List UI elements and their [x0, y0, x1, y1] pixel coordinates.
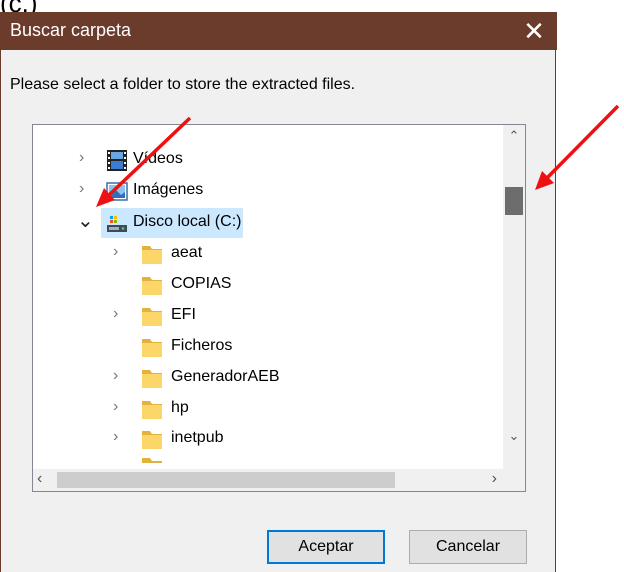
- scroll-up-icon[interactable]: ⌃: [503, 125, 525, 147]
- tree-item-folder[interactable]: › EFI: [33, 301, 493, 331]
- scroll-right-icon[interactable]: ›: [492, 470, 497, 488]
- chevron-right-icon[interactable]: ›: [113, 243, 118, 261]
- tree-item-folder[interactable]: › aeat: [33, 239, 493, 269]
- tree-item-label: EFI: [171, 306, 196, 323]
- folder-icon: [142, 370, 162, 388]
- tree-item-label: inetpub: [171, 429, 224, 446]
- folder-icon: [142, 431, 162, 449]
- title-bar: Buscar carpeta ✕: [1, 12, 557, 50]
- tree-item-label: Imágenes: [133, 181, 204, 198]
- chevron-right-icon[interactable]: ›: [79, 149, 84, 167]
- chevron-right-icon[interactable]: ›: [113, 305, 118, 323]
- vertical-scrollbar-thumb[interactable]: [505, 187, 523, 215]
- tree-item-label: Vídeos: [133, 150, 183, 167]
- tree-item-folder[interactable]: › GeneradorAEB: [33, 363, 493, 393]
- close-button[interactable]: ✕: [511, 12, 557, 50]
- tree-item-label: Ficheros: [171, 337, 233, 354]
- tree-item-label: GeneradorAEB: [171, 368, 280, 385]
- cancel-button[interactable]: Cancelar: [409, 530, 527, 564]
- chevron-down-icon[interactable]: ⌄: [77, 208, 94, 233]
- drive-icon: [107, 216, 127, 232]
- folder-icon: [142, 308, 162, 326]
- browse-folder-dialog: Buscar carpeta ✕ Please select a folder …: [0, 12, 557, 572]
- folder-icon: [142, 246, 162, 264]
- scroll-left-icon[interactable]: ‹: [37, 470, 42, 488]
- accept-button[interactable]: Aceptar: [267, 530, 385, 564]
- folder-icon: [142, 277, 162, 295]
- tree-item-folder[interactable]: Ficheros: [33, 332, 493, 362]
- horizontal-scrollbar[interactable]: ‹ ›: [33, 469, 505, 491]
- chevron-right-icon[interactable]: ›: [113, 398, 118, 416]
- videos-icon: [107, 150, 127, 171]
- close-icon: ✕: [523, 15, 545, 46]
- chevron-right-icon[interactable]: ›: [113, 428, 118, 446]
- scroll-down-icon[interactable]: ⌄: [503, 425, 525, 447]
- folder-tree[interactable]: › Vídeos › Imágenes ⌄ Disco local (C:) ›…: [32, 124, 526, 492]
- instruction-text: Please select a folder to store the extr…: [10, 76, 356, 93]
- horizontal-scrollbar-thumb[interactable]: [57, 472, 395, 488]
- tree-item-local-disk[interactable]: ⌄ Disco local (C:): [33, 208, 493, 238]
- chevron-right-icon[interactable]: ›: [79, 180, 84, 198]
- tree-item-pictures[interactable]: › Imágenes: [33, 176, 493, 206]
- tree-item-label: aeat: [171, 244, 203, 261]
- folder-icon: [142, 339, 162, 357]
- vertical-scrollbar[interactable]: ⌃ ⌄: [503, 125, 525, 471]
- tree-item-folder[interactable]: › hp: [33, 394, 493, 424]
- tree-item-label: Disco local (C:): [133, 213, 242, 230]
- tree-item-folder[interactable]: COPIAS: [33, 270, 493, 300]
- folder-icon: [142, 458, 162, 463]
- tree-item-label: hp: [171, 399, 189, 416]
- tree-item-label: COPIAS: [171, 275, 232, 292]
- pictures-icon: [106, 182, 128, 201]
- tree-item-folder[interactable]: › inetpub: [33, 424, 493, 454]
- dialog-title: Buscar carpeta: [10, 20, 132, 40]
- folder-icon: [142, 401, 162, 419]
- scrollbar-corner: [503, 469, 525, 491]
- chevron-right-icon[interactable]: ›: [113, 367, 118, 385]
- tree-item-videos[interactable]: › Vídeos: [33, 145, 493, 175]
